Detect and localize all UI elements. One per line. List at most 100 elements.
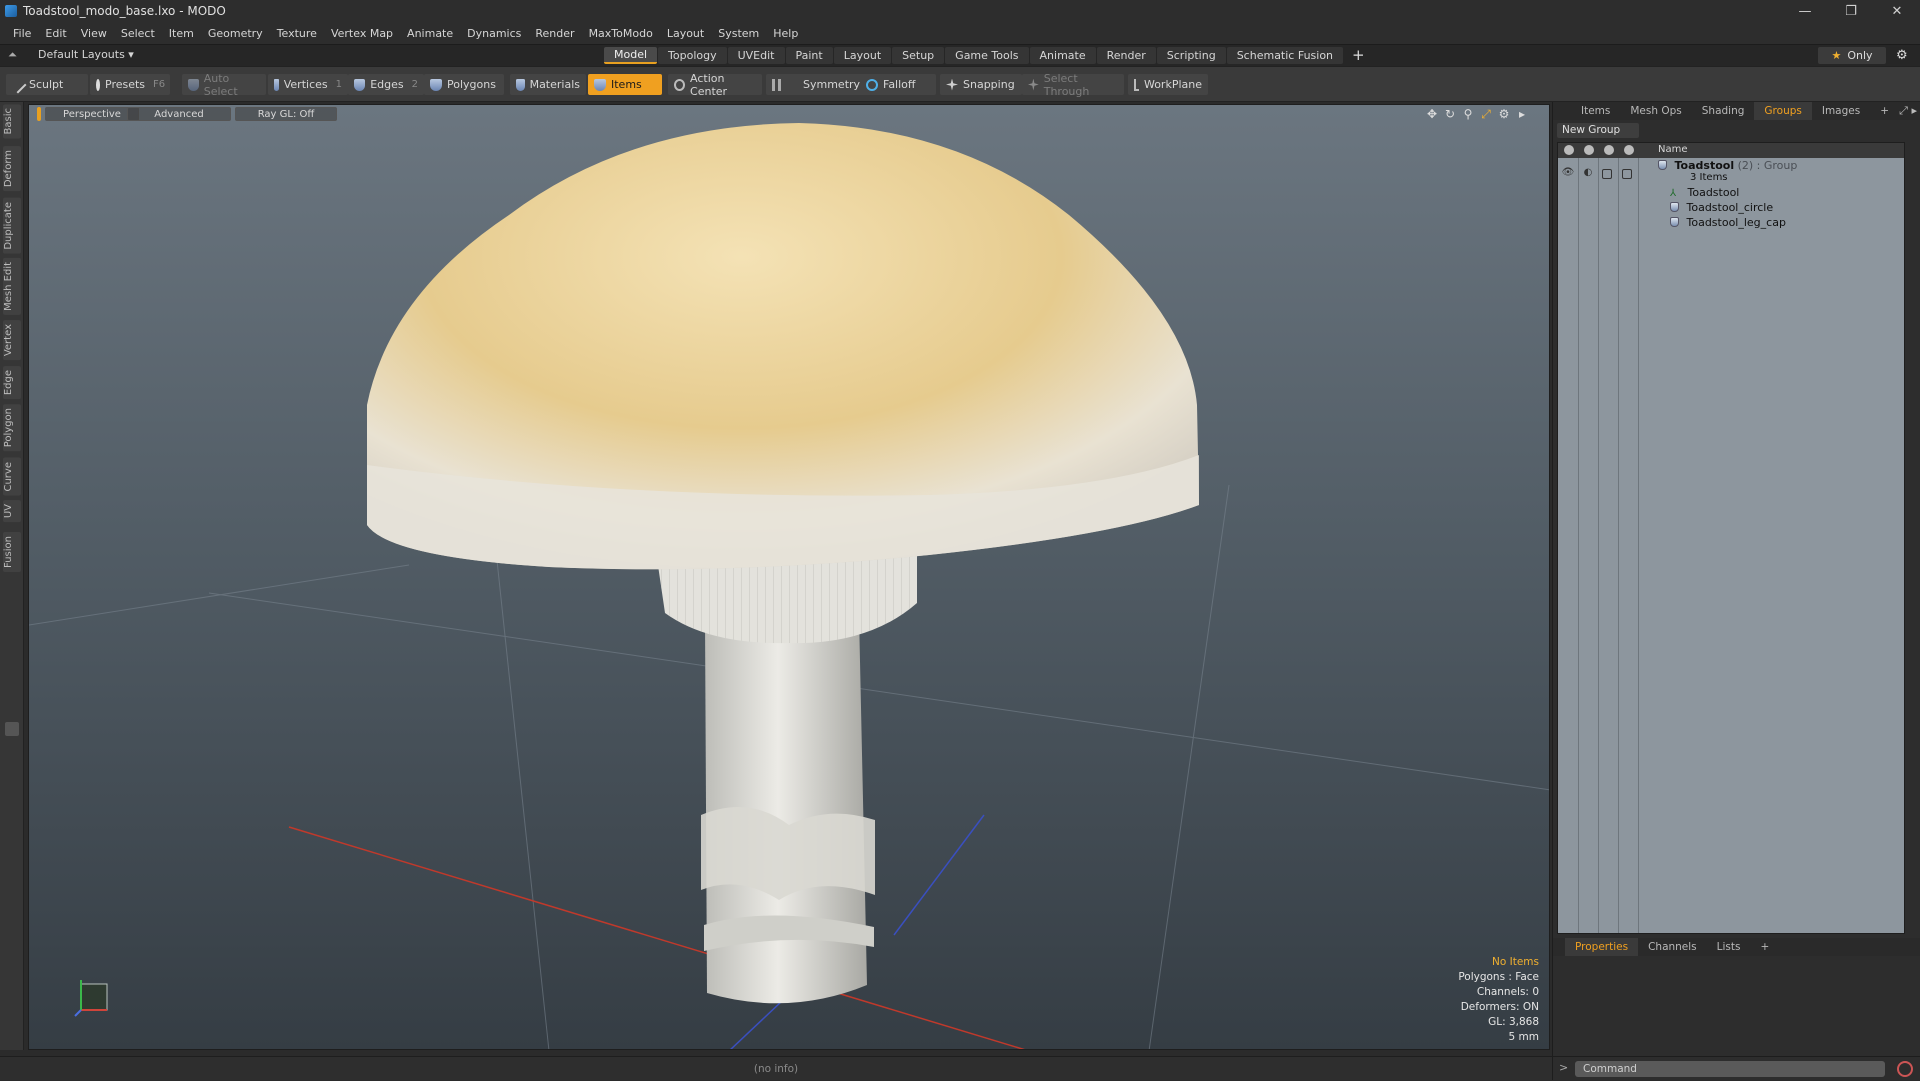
tab-mesh-ops[interactable]: Mesh Ops xyxy=(1620,102,1691,120)
view-type-dropdown[interactable]: Perspective xyxy=(45,107,139,121)
left-panel-toggle[interactable] xyxy=(5,722,19,736)
menu-maxtomodo[interactable]: MaxToModo xyxy=(582,27,660,40)
tab-setup[interactable]: Setup xyxy=(892,47,945,64)
close-icon[interactable]: ✕ xyxy=(1874,0,1920,22)
tab-topology[interactable]: Topology xyxy=(658,47,727,64)
expand-arrow-icon[interactable]: ▸ xyxy=(1513,107,1531,122)
tab-render[interactable]: Render xyxy=(1096,47,1156,64)
zoom-view-icon[interactable]: ⚲ xyxy=(1459,107,1477,122)
group-row[interactable]: Toadstool (2) : Group xyxy=(1658,159,1797,172)
left-tab-basic[interactable]: Basic xyxy=(3,104,21,139)
left-tab-polygon[interactable]: Polygon xyxy=(3,404,21,452)
left-tab-mesh-edit[interactable]: Mesh Edit xyxy=(3,258,21,315)
polygons-button[interactable]: Polygons xyxy=(424,74,504,95)
menu-select[interactable]: Select xyxy=(114,27,162,40)
left-tab-edge[interactable]: Edge xyxy=(3,366,21,400)
menu-geometry[interactable]: Geometry xyxy=(201,27,270,40)
view-settings-icon[interactable]: ⚙ xyxy=(1495,107,1513,122)
vertices-button[interactable]: Vertices 1 xyxy=(268,74,348,95)
left-tab-uv[interactable]: UV xyxy=(3,500,21,523)
action-center-button[interactable]: Action Center xyxy=(668,71,762,98)
left-tab-deform[interactable]: Deform xyxy=(3,146,21,192)
left-tab-curve[interactable]: Curve xyxy=(3,458,21,496)
auto-select-button[interactable]: Auto Select xyxy=(182,72,266,98)
menu-dynamics[interactable]: Dynamics xyxy=(460,27,528,40)
left-tab-duplicate[interactable]: Duplicate xyxy=(3,198,21,254)
tab-groups[interactable]: Groups xyxy=(1754,102,1812,120)
tab-game-tools[interactable]: Game Tools xyxy=(945,47,1029,64)
command-stop-icon[interactable] xyxy=(1897,1061,1913,1077)
render-toggle-icon[interactable]: ◐ xyxy=(1580,167,1596,179)
select-checkbox[interactable] xyxy=(1622,169,1632,179)
menu-system[interactable]: System xyxy=(711,27,766,40)
items-button[interactable]: Items xyxy=(588,74,662,95)
new-group-button[interactable]: New Group xyxy=(1557,123,1639,138)
3d-viewport[interactable]: Perspective Advanced Ray GL: Off ✥ ↻ ⚲ ⤢… xyxy=(28,104,1550,1050)
edges-button[interactable]: Edges 2 xyxy=(348,74,424,95)
tab-uvedit[interactable]: UVEdit xyxy=(727,47,785,64)
symmetry-button[interactable]: Symmetry xyxy=(766,74,872,95)
only-toggle[interactable]: ★ Only xyxy=(1818,47,1886,64)
maximize-view-icon[interactable]: ⤢ xyxy=(1477,107,1495,122)
viewport-menu-icon[interactable] xyxy=(37,107,41,121)
tab-animate[interactable]: Animate xyxy=(1029,47,1096,64)
group-name: Toadstool xyxy=(1674,159,1735,172)
snapping-button[interactable]: Snapping xyxy=(940,74,1022,95)
action-center-label: Action Center xyxy=(690,71,728,98)
collapse-arrow-icon[interactable]: ⏶ xyxy=(8,49,20,61)
menu-layout[interactable]: Layout xyxy=(660,27,711,40)
default-layouts-dropdown[interactable]: Default Layouts ▾ xyxy=(38,48,134,61)
group-child-row[interactable]: Toadstool_leg_cap xyxy=(1670,216,1786,229)
add-properties-tab-icon[interactable]: + xyxy=(1750,938,1779,956)
sculpt-button[interactable]: Sculpt xyxy=(6,74,88,95)
gear-icon[interactable]: ⚙ xyxy=(1896,48,1908,63)
menu-item[interactable]: Item xyxy=(162,27,201,40)
tab-channels[interactable]: Channels xyxy=(1638,938,1707,956)
materials-button[interactable]: Materials xyxy=(510,74,586,95)
visibility-header-icon[interactable] xyxy=(1564,145,1574,155)
menu-vertex-map[interactable]: Vertex Map xyxy=(324,27,400,40)
command-input[interactable]: Command xyxy=(1575,1061,1885,1077)
select-header-icon[interactable] xyxy=(1624,145,1634,155)
menu-file[interactable]: File xyxy=(6,27,38,40)
tab-lists[interactable]: Lists xyxy=(1707,938,1751,956)
lock-checkbox[interactable] xyxy=(1602,169,1612,179)
menu-view[interactable]: View xyxy=(74,27,114,40)
workplane-button[interactable]: WorkPlane xyxy=(1128,74,1208,95)
menu-animate[interactable]: Animate xyxy=(400,27,460,40)
lock-header-icon[interactable] xyxy=(1604,145,1614,155)
menu-edit[interactable]: Edit xyxy=(38,27,73,40)
left-tab-vertex[interactable]: Vertex xyxy=(3,320,21,361)
raygl-dropdown[interactable]: Ray GL: Off xyxy=(235,107,337,121)
left-tab-fusion[interactable]: Fusion xyxy=(3,532,21,572)
tab-model[interactable]: Model xyxy=(604,47,658,64)
add-panel-tab-icon[interactable]: + xyxy=(1870,102,1899,120)
group-child-row[interactable]: Toadstool_circle xyxy=(1670,201,1773,214)
add-tab-icon[interactable]: + xyxy=(1344,47,1373,64)
tab-layout[interactable]: Layout xyxy=(833,47,892,64)
eye-icon[interactable]: 👁 xyxy=(1560,167,1576,179)
menu-help[interactable]: Help xyxy=(766,27,805,40)
move-view-icon[interactable]: ✥ xyxy=(1423,107,1441,122)
restore-icon[interactable]: ❐ xyxy=(1828,0,1874,22)
tab-properties[interactable]: Properties xyxy=(1565,938,1639,956)
tab-paint[interactable]: Paint xyxy=(785,47,833,64)
panel-expand-icon[interactable]: ⤢ ▸ xyxy=(1899,104,1917,118)
group-child-row[interactable]: ⅄ Toadstool xyxy=(1670,186,1739,199)
menu-render[interactable]: Render xyxy=(528,27,581,40)
rotate-view-icon[interactable]: ↻ xyxy=(1441,107,1459,122)
tab-shading[interactable]: Shading xyxy=(1692,102,1755,120)
vertices-icon xyxy=(274,78,279,91)
tab-scripting[interactable]: Scripting xyxy=(1156,47,1226,64)
falloff-button[interactable]: Falloff xyxy=(860,74,936,95)
menu-texture[interactable]: Texture xyxy=(270,27,324,40)
minimize-icon[interactable]: — xyxy=(1782,0,1828,22)
render-header-icon[interactable] xyxy=(1584,145,1594,155)
presets-button[interactable]: Presets F6 xyxy=(90,74,170,95)
select-through-button[interactable]: Select Through xyxy=(1022,72,1124,98)
tab-schematic-fusion[interactable]: Schematic Fusion xyxy=(1226,47,1344,64)
child-name: Toadstool_leg_cap xyxy=(1686,216,1786,229)
tab-items[interactable]: Items xyxy=(1571,102,1620,120)
shading-dropdown[interactable]: Advanced xyxy=(127,107,231,121)
tab-images[interactable]: Images xyxy=(1812,102,1870,120)
